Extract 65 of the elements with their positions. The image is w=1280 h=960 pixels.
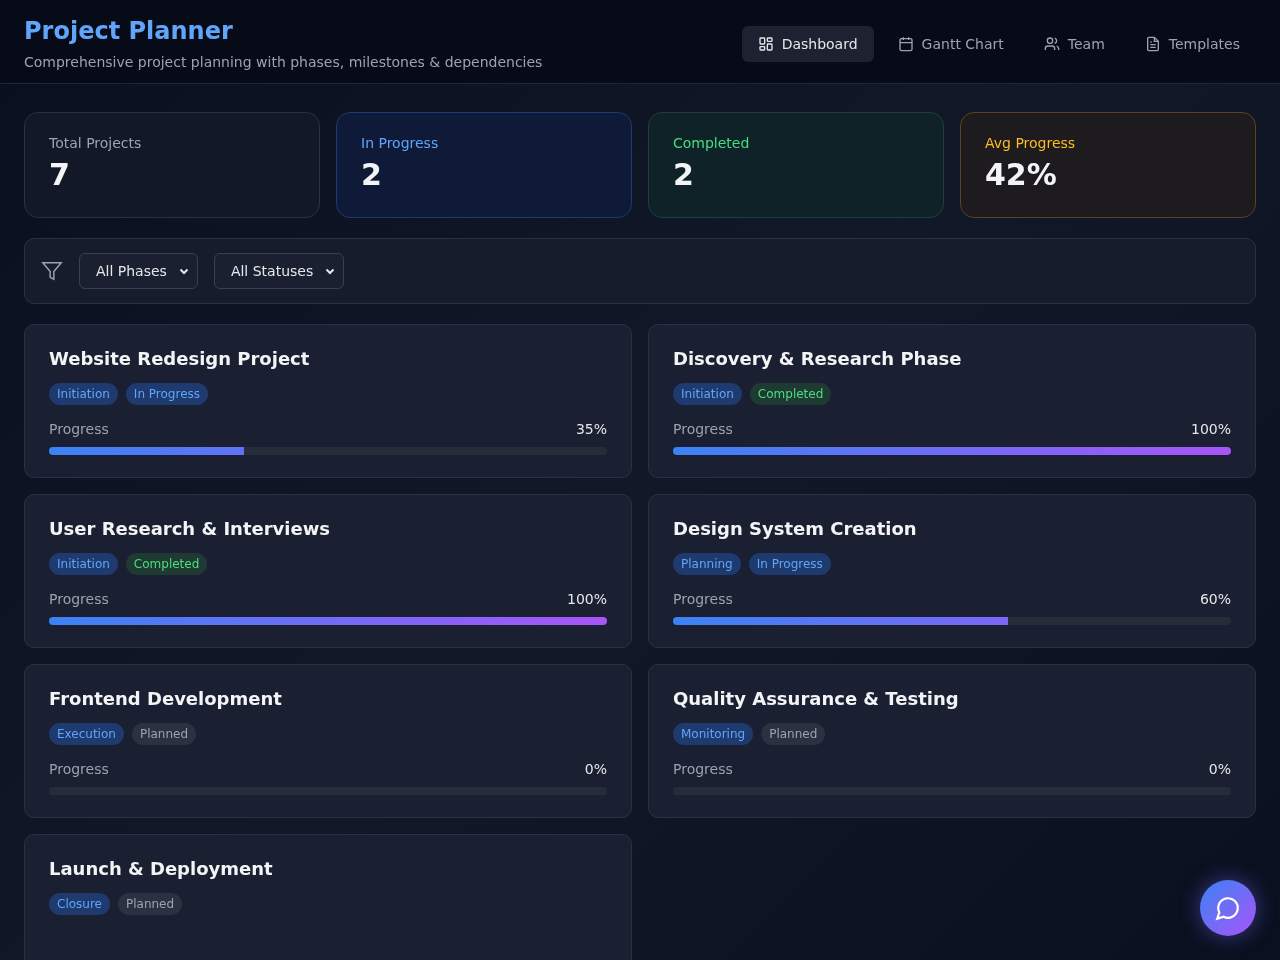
status-tag: In Progress	[125, 383, 209, 405]
stat-value: 2	[673, 157, 695, 192]
chat-button[interactable]	[1200, 880, 1256, 936]
chat-icon	[1215, 895, 1241, 921]
chevron-icon	[178, 266, 189, 276]
filter-dropdown[interactable]: All Phases	[79, 253, 198, 289]
filter-icon	[41, 260, 63, 282]
progress-label: Progress	[673, 761, 733, 777]
progress-value: 60%	[1199, 591, 1231, 607]
progress-value: 100%	[566, 591, 607, 607]
progress-label: Progress	[49, 421, 109, 437]
app-subtitle: Comprehensive project planning with phases, milestones & dependencies	[24, 54, 543, 70]
stat-label: Avg Progress	[985, 135, 1077, 151]
project-title: Frontend Development	[49, 687, 283, 711]
project-card[interactable]: Website Redesign Project Initiation In Progress Progress 35%	[24, 324, 632, 478]
document-icon	[1144, 36, 1161, 52]
project-title: User Research & Interviews	[49, 517, 332, 541]
project-card[interactable]: User Research & Interviews Initiation Completed Progress 100%	[24, 494, 632, 648]
project-card[interactable]: Discovery & Research Phase Initiation Completed Progress 100%	[648, 324, 1256, 478]
project-title: Discovery & Research Phase	[673, 347, 963, 371]
nav-tab[interactable]: Team	[1027, 26, 1121, 62]
project-card[interactable]: Quality Assurance & Testing Monitoring Planned Progress 0%	[648, 664, 1256, 818]
nav-tab[interactable]: Templates	[1128, 26, 1256, 62]
progress-value: 100%	[1190, 421, 1231, 437]
phase-tag: Monitoring	[673, 723, 754, 745]
status-tag: Planned	[117, 893, 183, 915]
stat-value: 2	[361, 157, 383, 192]
phase-tag: Initiation	[49, 383, 118, 405]
project-card[interactable]: Design System Creation Planning In Progress Progress 60%	[648, 494, 1256, 648]
status-tag: Completed	[125, 553, 208, 575]
phase-tag: Execution	[49, 723, 124, 745]
project-title: Quality Assurance & Testing	[673, 687, 960, 711]
project-title: Launch & Deployment	[49, 857, 274, 881]
calendar-icon	[897, 36, 914, 52]
stat-label: Total Projects	[49, 135, 143, 151]
progress-value: 35%	[575, 421, 607, 437]
progress-label: Progress	[49, 761, 109, 777]
filter-dropdown[interactable]: All Statuses	[213, 253, 345, 289]
phase-tag: Initiation	[49, 553, 118, 575]
stat-value: 7	[49, 157, 71, 192]
status-tag: In Progress	[748, 553, 831, 575]
progress-value: 0%	[1208, 761, 1231, 777]
phase-tag: Closure	[49, 893, 110, 915]
phase-tag: Initiation	[673, 383, 742, 405]
nav-tab[interactable]: Gantt Chart	[881, 26, 1020, 62]
progress-label: Progress	[49, 591, 109, 607]
progress-label: Progress	[673, 591, 733, 607]
project-title: Design System Creation	[673, 517, 918, 541]
project-card[interactable]: Frontend Development Execution Planned Progress 0%	[24, 664, 632, 818]
grid-icon	[757, 36, 774, 52]
users-icon	[1043, 36, 1060, 52]
nav-tab[interactable]: Dashboard	[741, 26, 874, 62]
chevron-icon	[325, 266, 336, 276]
progress-value: 0%	[584, 761, 607, 777]
progress-label: Progress	[673, 421, 733, 437]
stat-label: In Progress	[361, 135, 440, 151]
phase-tag: Planning	[673, 553, 741, 575]
project-title: Website Redesign Project	[49, 347, 311, 371]
stat-value: 42%	[985, 157, 1058, 192]
app-title: Project Planner	[24, 16, 234, 46]
stat-label: Completed	[673, 135, 751, 151]
status-tag: Completed	[749, 383, 832, 405]
status-tag: Planned	[131, 723, 197, 745]
status-tag: Planned	[761, 723, 826, 745]
project-card[interactable]: Launch & Deployment Closure Planned	[24, 834, 632, 960]
